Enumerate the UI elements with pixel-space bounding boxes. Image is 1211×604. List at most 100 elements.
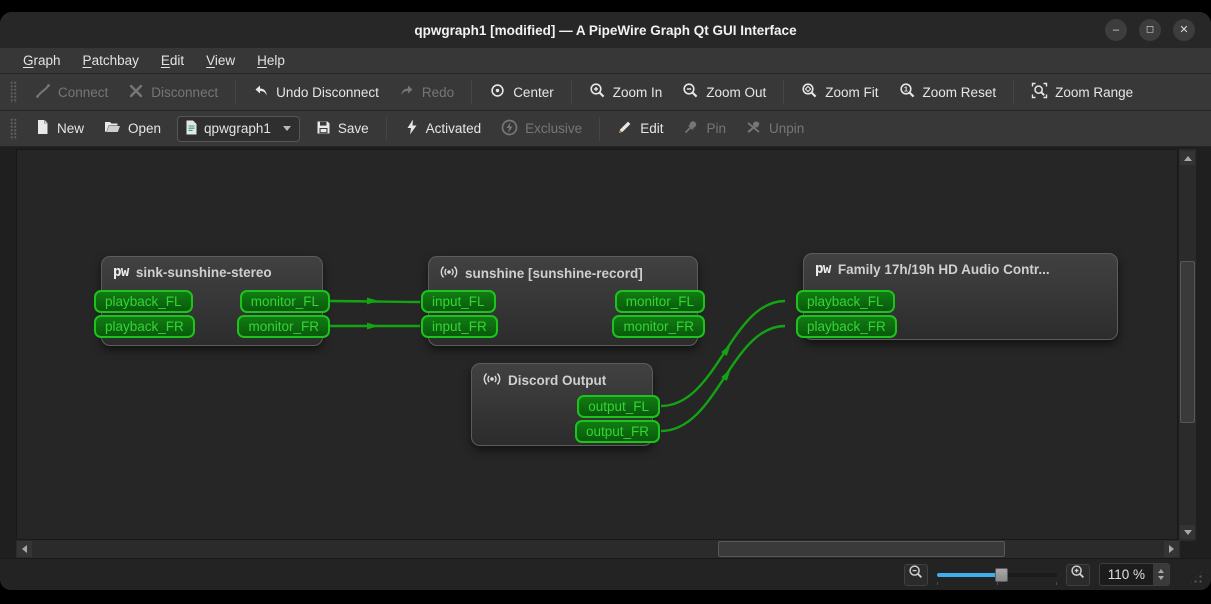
slider-fill [936, 572, 998, 577]
toolbar-graph: Connect Disconnect Undo Disconnect Redo … [0, 73, 1211, 110]
triangle-right-icon [1169, 545, 1174, 553]
slider-tick [936, 581, 938, 585]
edit-button[interactable]: Edit [607, 114, 673, 144]
maximize-button[interactable]: ◻ [1139, 19, 1161, 41]
port-monitor_FL[interactable]: monitor_FL [614, 290, 705, 313]
window-title: qpwgraph1 [modified] — A PipeWire Graph … [414, 22, 797, 38]
zoom-in-icon [1070, 564, 1086, 585]
zoom-slider[interactable] [936, 565, 1057, 585]
disconnect-icon [128, 83, 144, 102]
scroll-down-button[interactable] [1180, 525, 1195, 539]
redo-button[interactable]: Redo [389, 77, 464, 107]
port-monitor_FR[interactable]: monitor_FR [612, 315, 705, 338]
node-title: Discord Output [508, 373, 607, 388]
zoom-percent-spinbox[interactable]: 110 % [1098, 563, 1170, 586]
statusbar-zoom-in-button[interactable] [1065, 563, 1090, 586]
node-discord-output[interactable]: Discord Output output_FL output_FR [471, 363, 660, 446]
zoom-out-icon [682, 82, 699, 102]
undo-button[interactable]: Undo Disconnect [243, 77, 389, 107]
new-file-icon [35, 119, 50, 138]
menu-edit[interactable]: Edit [150, 50, 195, 71]
zoom-in-button[interactable]: Zoom In [579, 77, 673, 107]
port-monitor_FR[interactable]: monitor_FR [237, 315, 330, 338]
statusbar: 110 % [0, 558, 1211, 590]
menu-graph[interactable]: Graph [12, 50, 72, 71]
open-button[interactable]: Open [94, 114, 171, 144]
minimize-icon: – [1112, 23, 1120, 36]
horizontal-scrollbar[interactable] [16, 540, 1180, 558]
menu-view[interactable]: View [195, 50, 246, 71]
zoom-in-icon [589, 82, 606, 102]
zoom-reset-button[interactable]: 1 Zoom Reset [889, 77, 1007, 107]
spin-buttons[interactable] [1153, 564, 1169, 585]
broadcast-icon [483, 371, 501, 390]
spin-up-icon [1158, 569, 1164, 573]
port-input_FL[interactable]: input_FL [421, 290, 496, 313]
maximize-icon: ◻ [1145, 24, 1155, 35]
disconnect-button[interactable]: Disconnect [118, 77, 228, 107]
pin-icon [683, 119, 699, 138]
close-button[interactable]: ✕ [1173, 19, 1195, 41]
node-title: sunshine [sunshine-record] [465, 266, 643, 281]
patchbay-file-combobox[interactable]: qpwgraph1 [177, 115, 300, 142]
menu-help[interactable]: Help [246, 50, 296, 71]
port-monitor_FL[interactable]: monitor_FL [239, 290, 330, 313]
graph-canvas-area: pw sink-sunshine-stereo playback_FL play… [0, 146, 1211, 558]
port-output_FL[interactable]: output_FL [577, 395, 660, 418]
scroll-left-button[interactable] [17, 541, 32, 557]
save-button[interactable]: Save [306, 114, 379, 144]
new-button[interactable]: New [25, 114, 94, 144]
toolbar-separator [599, 116, 601, 141]
toolbar-patchbay: New Open qpwgraph1 Save Activated Exclus… [0, 110, 1211, 146]
port-playback_FL[interactable]: playback_FL [94, 290, 193, 313]
pin-button[interactable]: Pin [673, 114, 736, 144]
toolbar-separator [783, 80, 785, 104]
toolbar-separator [471, 80, 473, 104]
node-sink-sunshine-stereo[interactable]: pw sink-sunshine-stereo playback_FL play… [94, 256, 330, 346]
port-input_FR[interactable]: input_FR [421, 315, 498, 338]
chevron-down-icon [282, 126, 291, 131]
close-icon: ✕ [1179, 23, 1189, 36]
scroll-right-button[interactable] [1164, 541, 1179, 557]
toolbar-separator [570, 80, 572, 104]
pencil-icon [617, 119, 633, 138]
lightning-icon [404, 119, 419, 138]
zoom-out-button[interactable]: Zoom Out [672, 77, 776, 107]
zoom-range-icon [1031, 82, 1048, 102]
port-playback_FR[interactable]: playback_FR [796, 315, 897, 338]
toolbar-drag-handle[interactable] [10, 117, 17, 140]
zoom-out-icon [908, 564, 924, 585]
broadcast-icon [440, 264, 458, 283]
zoom-range-button[interactable]: Zoom Range [1021, 77, 1143, 107]
minimize-button[interactable]: – [1105, 19, 1127, 41]
unpin-button[interactable]: Unpin [736, 114, 814, 144]
menu-patchbay[interactable]: Patchbay [72, 50, 150, 71]
exclusive-toggle[interactable]: Exclusive [491, 114, 592, 144]
pipewire-icon: pw [113, 264, 129, 280]
port-playback_FR[interactable]: playback_FR [94, 315, 195, 338]
graph-view[interactable]: pw sink-sunshine-stereo playback_FL play… [16, 149, 1178, 540]
node-family-hd-audio[interactable]: pw Family 17h/19h HD Audio Contr... play… [796, 253, 1118, 340]
toolbar-drag-handle[interactable] [10, 81, 17, 103]
statusbar-zoom-out-button[interactable] [903, 563, 928, 586]
redo-icon [399, 83, 415, 102]
port-playback_FL[interactable]: playback_FL [796, 290, 895, 313]
slider-handle[interactable] [994, 567, 1008, 582]
resize-grip[interactable] [1188, 569, 1204, 585]
vertical-scroll-thumb[interactable] [1180, 261, 1195, 423]
node-title: Family 17h/19h HD Audio Contr... [837, 261, 1050, 277]
pipewire-icon: pw [815, 261, 831, 277]
vertical-scrollbar[interactable] [1179, 149, 1196, 541]
node-sunshine[interactable]: sunshine [sunshine-record] input_FL inpu… [421, 256, 705, 346]
port-output_FR[interactable]: output_FR [574, 420, 660, 443]
center-button[interactable]: Center [479, 77, 564, 107]
toolbar-separator [1013, 80, 1015, 104]
triangle-left-icon [22, 545, 27, 553]
zoom-fit-button[interactable]: Zoom Fit [791, 77, 888, 107]
titlebar: qpwgraph1 [modified] — A PipeWire Graph … [0, 12, 1211, 48]
scroll-up-button[interactable] [1180, 151, 1195, 165]
window-controls: – ◻ ✕ [1105, 19, 1195, 41]
horizontal-scroll-thumb[interactable] [718, 541, 1005, 557]
activated-toggle[interactable]: Activated [394, 114, 492, 144]
connect-button[interactable]: Connect [25, 77, 118, 107]
